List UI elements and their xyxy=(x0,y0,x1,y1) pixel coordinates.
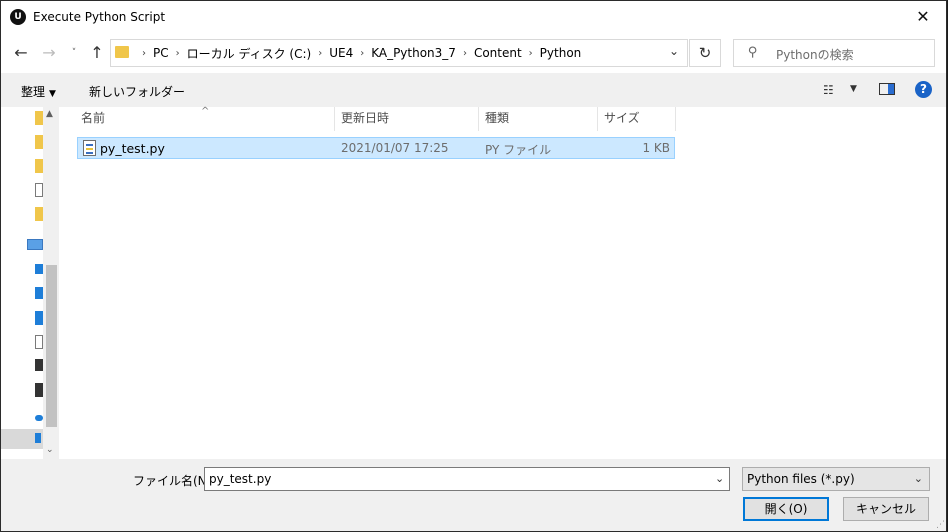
dialog-footer: ファイル名(N): ⌄ Python files (*.py) ⌄ 開く(O) … xyxy=(1,459,946,531)
breadcrumb-item[interactable]: UE4 xyxy=(329,46,353,60)
refresh-button[interactable]: ↻ xyxy=(689,39,721,67)
scrollbar-thumb[interactable] xyxy=(46,265,57,427)
pictures-icon[interactable] xyxy=(35,359,43,371)
3d-objects-icon[interactable] xyxy=(35,264,43,274)
up-button[interactable]: ↑ xyxy=(87,43,107,63)
scroll-up-icon[interactable]: ▲ xyxy=(46,109,53,119)
nav-scrollbar[interactable]: ▲ ⌄ xyxy=(43,107,59,459)
forward-button[interactable]: → xyxy=(39,43,59,63)
chevron-down-icon[interactable]: ⌄ xyxy=(715,472,724,485)
close-button[interactable]: ✕ xyxy=(900,1,946,33)
folder-icon[interactable] xyxy=(35,207,43,221)
recent-locations-button[interactable]: ˅ xyxy=(64,43,84,63)
column-header-size[interactable]: サイズ xyxy=(598,107,676,131)
selected-nav-item[interactable] xyxy=(1,429,43,449)
chevron-right-icon[interactable]: › xyxy=(529,48,533,59)
folder-icon[interactable] xyxy=(35,135,43,149)
breadcrumb-item[interactable]: KA_Python3_7 xyxy=(371,46,456,60)
folder-icon[interactable] xyxy=(35,159,43,173)
chevron-right-icon[interactable]: › xyxy=(318,48,322,59)
breadcrumb-item[interactable]: ローカル ディスク (C:) xyxy=(187,45,312,62)
column-header-name[interactable]: 名前 ^ xyxy=(75,106,335,131)
videos-icon[interactable] xyxy=(35,383,43,397)
computer-icon[interactable] xyxy=(27,239,43,250)
search-box[interactable]: ⚲ Pythonの検索 xyxy=(733,39,935,67)
breadcrumb-item[interactable]: Content xyxy=(474,46,522,60)
caret-down-icon: ▼ xyxy=(49,89,56,99)
new-folder-button[interactable]: 新しいフォルダー xyxy=(89,83,185,100)
navigation-pane: ▲ ⌄ xyxy=(1,107,59,459)
view-options-icon[interactable]: ☷ xyxy=(823,83,834,97)
file-row[interactable]: py_test.py 2021/01/07 17:25 PY ファイル 1 KB xyxy=(77,137,675,159)
open-button[interactable]: 開く(O) xyxy=(743,497,829,521)
file-dialog-window: U Execute Python Script ✕ ← → ˅ ↑ › PC ›… xyxy=(0,0,947,532)
caret-down-icon[interactable]: ▼ xyxy=(850,84,857,94)
sort-ascending-icon: ^ xyxy=(201,106,210,117)
file-list: 名前 ^ 更新日時 種類 サイズ py_test.py 2021/01/07 1… xyxy=(75,106,946,459)
file-date: 2021/01/07 17:25 xyxy=(341,141,449,155)
breadcrumb: › PC › ローカル ディスク (C:) › UE4 › KA_Python3… xyxy=(135,40,581,66)
chevron-right-icon[interactable]: › xyxy=(360,48,364,59)
organize-button[interactable]: 整理 ▼ xyxy=(21,83,56,100)
chevron-right-icon: › xyxy=(142,47,146,59)
preview-pane-icon[interactable] xyxy=(879,83,895,95)
download-icon[interactable] xyxy=(35,287,43,299)
scroll-down-icon[interactable]: ⌄ xyxy=(46,445,54,455)
filename-input[interactable] xyxy=(204,467,730,491)
document-icon[interactable] xyxy=(35,183,43,197)
chevron-right-icon[interactable]: › xyxy=(463,48,467,59)
column-header-date[interactable]: 更新日時 xyxy=(335,107,479,131)
document-icon[interactable] xyxy=(35,335,43,349)
cancel-button[interactable]: キャンセル xyxy=(843,497,929,521)
window-title: Execute Python Script xyxy=(33,10,166,24)
command-bar: 整理 ▼ 新しいフォルダー ☷ ▼ ? xyxy=(1,73,946,107)
folder-icon xyxy=(115,46,129,58)
resize-grip-icon[interactable]: ⋰ xyxy=(936,520,945,530)
desktop-icon[interactable] xyxy=(35,311,43,325)
breadcrumb-item[interactable]: PC xyxy=(153,46,169,60)
organize-label: 整理 xyxy=(21,85,46,99)
file-type: PY ファイル xyxy=(485,143,552,157)
file-type-value: Python files (*.py) xyxy=(747,472,855,486)
address-bar[interactable]: › PC › ローカル ディスク (C:) › UE4 › KA_Python3… xyxy=(110,39,688,67)
drive-icon xyxy=(35,433,41,443)
help-icon[interactable]: ? xyxy=(915,81,932,98)
search-placeholder: Pythonの検索 xyxy=(776,48,854,62)
unreal-engine-icon: U xyxy=(10,9,26,25)
file-size: 1 KB xyxy=(642,141,670,155)
column-name-label: 名前 xyxy=(81,111,106,125)
back-button[interactable]: ← xyxy=(11,43,31,63)
file-type-select[interactable]: Python files (*.py) ⌄ xyxy=(742,467,930,491)
music-icon[interactable] xyxy=(35,415,43,421)
python-file-icon xyxy=(83,140,96,156)
chevron-down-icon[interactable]: ⌄ xyxy=(669,44,679,58)
file-name: py_test.py xyxy=(100,141,165,156)
chevron-right-icon[interactable]: › xyxy=(176,48,180,59)
title-bar: U Execute Python Script ✕ xyxy=(1,1,946,33)
chevron-down-icon: ⌄ xyxy=(913,472,923,485)
folder-icon[interactable] xyxy=(35,111,43,125)
search-icon: ⚲ xyxy=(748,45,758,60)
breadcrumb-item[interactable]: Python xyxy=(540,46,582,60)
column-header-type[interactable]: 種類 xyxy=(479,107,598,131)
